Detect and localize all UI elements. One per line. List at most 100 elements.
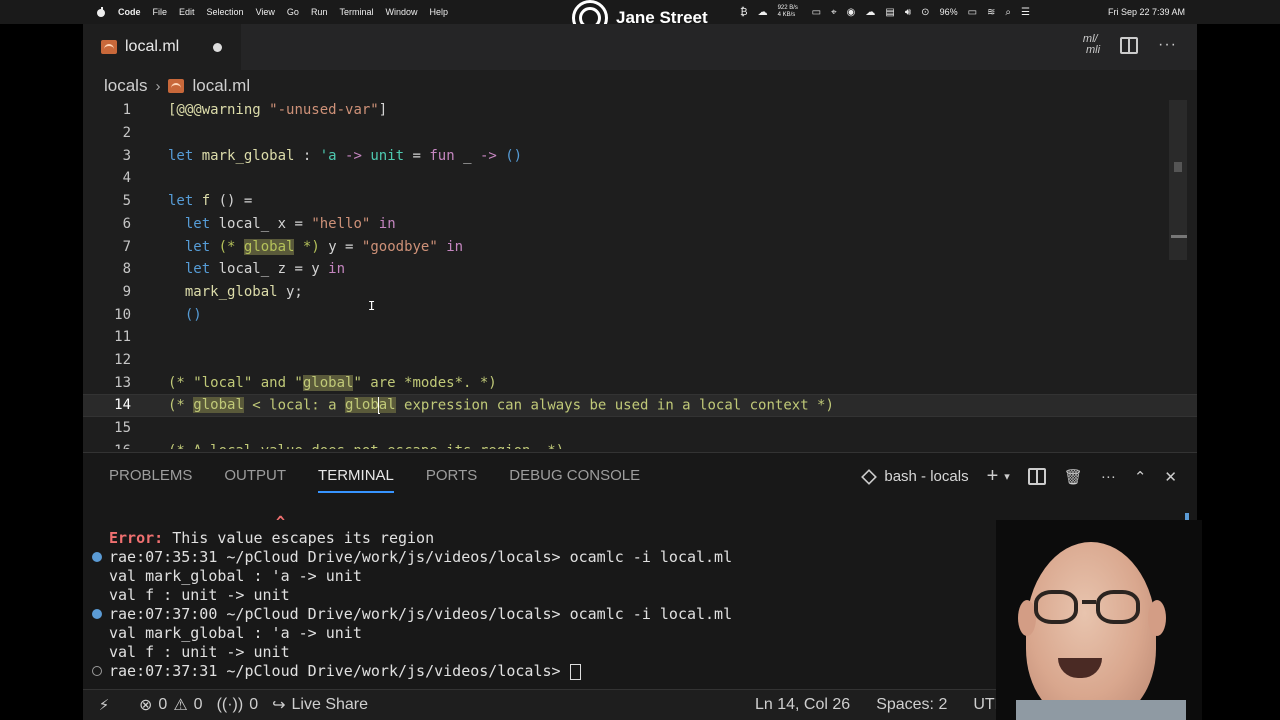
- control-center-icon[interactable]: ☰: [1021, 7, 1030, 18]
- code-line: 13 (* "local" and "global" are *modes*. *…: [83, 371, 1197, 394]
- close-panel-icon[interactable]: ✕: [1164, 468, 1177, 486]
- split-terminal-icon[interactable]: [1027, 468, 1046, 485]
- pin-icon[interactable]: ⌖: [831, 7, 837, 18]
- code-text: (): [184, 306, 202, 323]
- error-count: 0: [158, 696, 168, 713]
- glasses-lens: [1096, 590, 1140, 624]
- unsaved-dot-icon[interactable]: [213, 42, 223, 52]
- menu-window[interactable]: Window: [385, 7, 417, 17]
- search-icon[interactable]: ⌕: [1005, 7, 1011, 18]
- live-share-button[interactable]: ↪ Live Share: [272, 695, 368, 715]
- scrollbar-thumb[interactable]: [1174, 162, 1182, 172]
- command-success-dot-icon[interactable]: [92, 609, 102, 619]
- chevron-right-icon: ›: [155, 77, 161, 95]
- record-icon[interactable]: ◉: [847, 7, 856, 18]
- broadcast-icon: ((·)): [216, 696, 244, 713]
- line-number: 15: [114, 420, 131, 437]
- tab-debug-console[interactable]: DEBUG CONSOLE: [509, 467, 640, 493]
- code-line: 7 let (* global *) y = "goodbye" in: [83, 235, 1197, 258]
- tab-ports[interactable]: PORTS: [426, 467, 477, 493]
- more-actions-icon[interactable]: ···: [1101, 468, 1116, 485]
- bitcoin-icon[interactable]: ₿: [740, 7, 747, 18]
- tab-output[interactable]: OUTPUT: [224, 467, 286, 493]
- tab-actions: ml/ mli ···: [1083, 34, 1177, 56]
- menu-view[interactable]: View: [256, 7, 275, 17]
- code-text: let mark_global : 'a -> unit = fun _ -> …: [168, 147, 523, 164]
- cloud-icon[interactable]: ☁: [758, 7, 768, 18]
- line-number: 11: [114, 329, 131, 346]
- menu-terminal[interactable]: Terminal: [339, 7, 373, 17]
- new-terminal-plus-icon[interactable]: +: [987, 465, 999, 488]
- menu-run[interactable]: Run: [311, 7, 328, 17]
- prompt-text: rae:07:37:31 ~/pCloud Drive/work/js/vide…: [109, 662, 570, 680]
- chevron-down-icon[interactable]: ▾: [1004, 470, 1010, 483]
- status-bar-right: Ln 14, Col 26 Spaces: 2 UTF-8: [755, 696, 1019, 714]
- battery-icon[interactable]: ▭: [968, 7, 977, 18]
- presenter-shirt: [1016, 700, 1186, 720]
- line-number: 14: [114, 397, 131, 414]
- error-circle-icon: ⊗: [139, 697, 153, 714]
- menu-file[interactable]: File: [153, 7, 168, 17]
- line-number: 1: [122, 102, 131, 119]
- warning-count: 0: [193, 696, 203, 713]
- volume-icon[interactable]: 🔊︎: [905, 7, 911, 18]
- code-text: let local_ z = y in: [184, 261, 346, 278]
- cursor-position[interactable]: Ln 14, Col 26: [755, 696, 850, 714]
- menu-go[interactable]: Go: [287, 7, 299, 17]
- terminal-selector[interactable]: bash - locals: [861, 468, 969, 485]
- terminal-name: bash - locals: [884, 468, 969, 485]
- trash-icon[interactable]: 🗑︎: [1064, 468, 1083, 486]
- code-text: mark_global y;: [184, 283, 303, 300]
- mouse-ibeam-icon: I: [368, 299, 376, 313]
- ocaml-file-icon: [101, 40, 117, 54]
- code-line: 1 [@@@warning "-unused-var"]: [83, 99, 1197, 122]
- indentation[interactable]: Spaces: 2: [876, 696, 947, 714]
- battery-percent[interactable]: 96%: [940, 7, 958, 17]
- line-number: 4: [122, 170, 131, 187]
- tab-terminal[interactable]: TERMINAL: [318, 467, 394, 493]
- split-editor-icon[interactable]: [1120, 36, 1139, 54]
- breadcrumb-file[interactable]: local.ml: [192, 76, 250, 96]
- play-icon[interactable]: ⊙: [921, 7, 929, 18]
- menu-selection[interactable]: Selection: [207, 7, 244, 17]
- code-text: let local_ x = "hello" in: [184, 215, 396, 232]
- code-line: 2: [83, 122, 1197, 145]
- breadcrumb-folder[interactable]: locals: [104, 76, 147, 96]
- code-text: (* global < local: a global expression c…: [168, 396, 834, 414]
- code-text: (* "local" and "global" are *modes*. *): [168, 374, 497, 391]
- command-pending-dot-icon[interactable]: [92, 666, 102, 676]
- menu-edit[interactable]: Edit: [179, 7, 195, 17]
- line-number: 9: [122, 283, 131, 300]
- remote-indicator-icon[interactable]: ⚡︎: [83, 690, 125, 720]
- command-success-dot-icon[interactable]: [92, 552, 102, 562]
- code-editor[interactable]: 1 [@@@warning "-unused-var"] 2 3 let mark_…: [83, 99, 1197, 449]
- ocaml-file-icon: [168, 79, 185, 93]
- display-icon[interactable]: ▭: [812, 7, 821, 18]
- ports-indicator[interactable]: ((·)) 0: [217, 696, 259, 714]
- line-number: 3: [122, 147, 131, 164]
- code-line: 15: [83, 417, 1197, 440]
- error-label: Error:: [109, 529, 164, 547]
- app-menu[interactable]: Code: [118, 7, 141, 17]
- editor-scrollbar[interactable]: [1169, 100, 1187, 260]
- code-line: 8 let local_ z = y in: [83, 258, 1197, 281]
- code-text: (* A local value does not escape its reg…: [168, 443, 564, 449]
- tab-problems[interactable]: PROBLEMS: [109, 467, 192, 493]
- problems-indicator[interactable]: ⊗ 0 ⚠︎ 0: [139, 695, 203, 715]
- flag-icon[interactable]: ▤: [885, 7, 894, 18]
- cloud-sync-icon[interactable]: ☁: [865, 7, 875, 18]
- terminal-line: val mark_global : 'a -> unit: [109, 624, 362, 642]
- switch-ml-mli-icon[interactable]: ml/ mli: [1083, 34, 1100, 56]
- tab-local-ml[interactable]: local.ml: [83, 24, 241, 70]
- apple-icon[interactable]: [96, 7, 106, 17]
- ports-count: 0: [249, 696, 259, 713]
- more-actions-icon[interactable]: ···: [1158, 36, 1177, 54]
- wifi-icon[interactable]: ≋: [987, 7, 995, 18]
- line-number: 7: [122, 238, 131, 255]
- menubar-clock[interactable]: Fri Sep 22 7:39 AM: [1108, 7, 1185, 17]
- chevron-up-icon[interactable]: ⌃: [1134, 468, 1147, 486]
- presenter-ear: [1148, 600, 1166, 636]
- code-text: let f () =: [168, 193, 253, 210]
- menu-help[interactable]: Help: [429, 7, 448, 17]
- glasses-lens: [1034, 590, 1078, 624]
